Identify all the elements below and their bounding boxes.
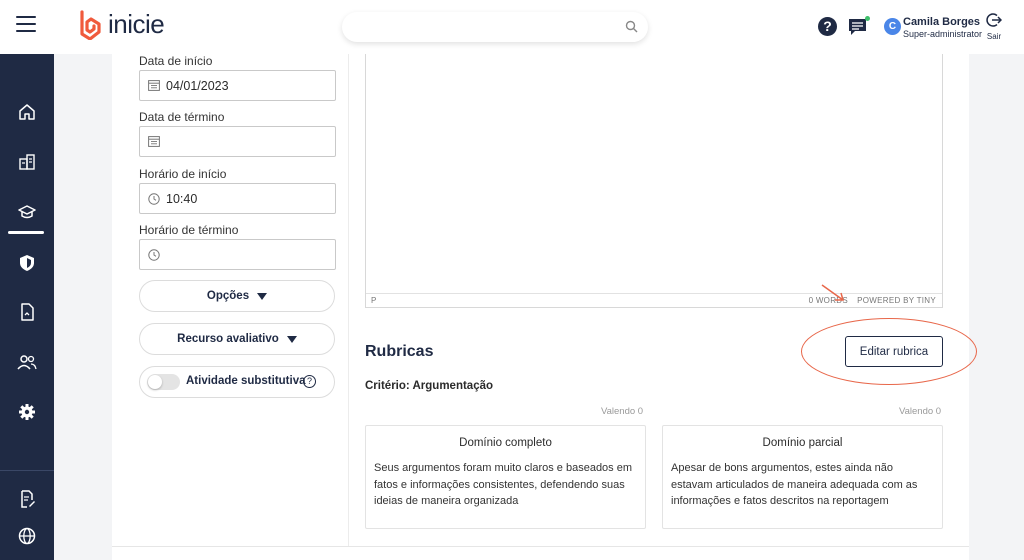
start-date-label: Data de início (139, 54, 213, 68)
gear-icon (19, 404, 35, 420)
sidebar-item-institutions[interactable] (0, 142, 54, 182)
calendar-icon (148, 136, 160, 147)
rubric-level-card: Domínio parcial Apesar de bons argumento… (662, 425, 943, 529)
logout-label: Sair (986, 32, 1002, 41)
sidebar-item-security[interactable] (0, 243, 54, 283)
rubric-level-title: Domínio completo (459, 437, 552, 449)
start-time-field[interactable]: 10:40 (139, 183, 336, 214)
sidebar-divider (0, 470, 54, 471)
card-bottom-border (112, 546, 969, 547)
sidebar-item-reports[interactable] (0, 479, 54, 519)
options-dropdown[interactable]: Opções (139, 280, 335, 312)
document-edit-icon (21, 490, 35, 508)
logout-button[interactable]: Sair (986, 12, 1003, 41)
sidebar-item-settings[interactable] (0, 392, 54, 432)
graduation-cap-icon (18, 205, 36, 219)
avatar[interactable]: C (884, 18, 901, 35)
rubric-level-title: Domínio parcial (762, 437, 843, 449)
caret-down-icon (257, 292, 268, 300)
notification-dot (865, 16, 870, 21)
sidebar-item-language[interactable] (0, 516, 54, 556)
editor-status-bar: P 0 WORDS POWERED BY TINY (366, 293, 942, 307)
user-name[interactable]: Camila Borges (903, 16, 980, 28)
sidebar-item-users[interactable] (0, 342, 54, 382)
criterion-label: Critério: Argumentação (365, 380, 494, 392)
rich-text-editor[interactable]: P 0 WORDS POWERED BY TINY (365, 54, 943, 308)
editor-powered-by[interactable]: POWERED BY TINY (857, 296, 936, 305)
substitute-activity-toggle[interactable] (147, 374, 180, 390)
start-date-field[interactable]: 04/01/2023 (139, 70, 336, 101)
menu-icon[interactable] (16, 16, 36, 32)
start-time-value: 10:40 (166, 191, 198, 206)
document-icon (21, 303, 34, 321)
logo[interactable]: inicie (78, 9, 165, 40)
start-time-label: Horário de início (139, 167, 227, 181)
level-worth: Valendo 0 (899, 406, 942, 417)
clock-icon (148, 248, 160, 261)
sidebar (0, 54, 54, 560)
end-date-field[interactable] (139, 126, 336, 157)
end-date-label: Data de término (139, 110, 225, 124)
calendar-icon (148, 80, 160, 91)
editor-word-count: 0 WORDS (808, 296, 848, 305)
end-time-label: Horário de término (139, 223, 239, 237)
resource-label: Recurso avaliativo (177, 333, 279, 345)
help-icon[interactable]: ? (818, 17, 837, 36)
substitute-activity-label: Atividade substitutiva (186, 375, 306, 387)
clock-icon (148, 192, 160, 205)
top-bar: inicie ? C Camila Borges Super-administr… (0, 0, 1024, 54)
help-circle-icon[interactable]: ? (303, 375, 316, 388)
globe-icon (18, 527, 36, 545)
sidebar-active-indicator (8, 231, 44, 234)
inicie-logo-icon (80, 9, 101, 40)
edit-rubric-button[interactable]: Editar rubrica (845, 336, 943, 367)
caret-down-icon (286, 335, 297, 343)
brand-name: inicie (108, 9, 165, 39)
sidebar-item-classes[interactable] (0, 192, 54, 232)
rubrics-title: Rubricas (365, 343, 434, 360)
sidebar-item-home[interactable] (0, 92, 54, 132)
buildings-icon (19, 154, 35, 170)
start-date-value: 04/01/2023 (166, 78, 229, 93)
resource-dropdown[interactable]: Recurso avaliativo (139, 323, 335, 355)
users-icon (17, 355, 37, 370)
rubric-level-card: Domínio completo Seus argumentos foram m… (365, 425, 646, 529)
search-box[interactable] (342, 12, 648, 42)
sidebar-item-documents[interactable] (0, 292, 54, 332)
home-icon (19, 104, 35, 120)
rubric-level-description: Seus argumentos foram muito claros e bas… (374, 462, 633, 507)
column-divider (348, 54, 349, 546)
options-label: Opções (206, 290, 250, 302)
shield-icon (20, 255, 34, 271)
end-time-field[interactable] (139, 239, 336, 270)
rubric-level-description: Apesar de bons argumentos, estes ainda n… (671, 462, 918, 507)
search-input[interactable] (342, 12, 612, 42)
level-worth: Valendo 0 (601, 406, 644, 417)
user-role: Super-administrator (903, 29, 983, 39)
toggle-knob (148, 375, 162, 389)
editor-element-path[interactable]: P (371, 296, 376, 305)
search-icon[interactable] (625, 20, 638, 33)
logout-icon (986, 13, 1003, 27)
